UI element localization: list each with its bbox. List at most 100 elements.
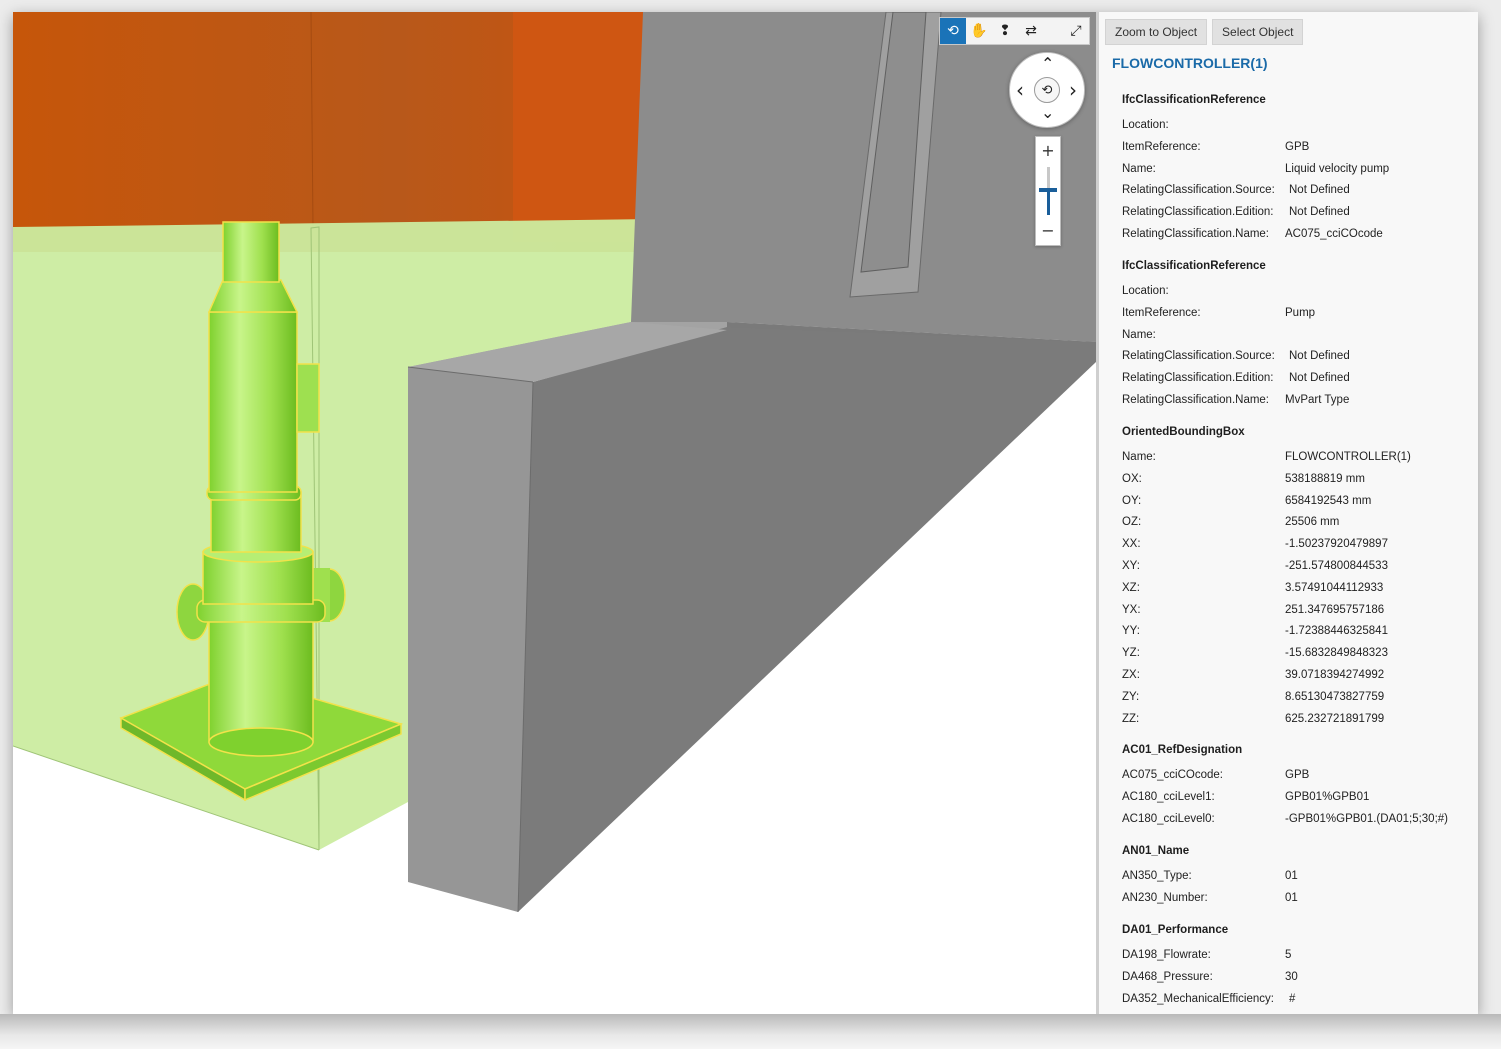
pump-top-pipe: [222, 221, 280, 283]
chevron-right-icon[interactable]: ›: [1069, 80, 1077, 100]
model-scene[interactable]: [13, 12, 1096, 1014]
property-value: 25506 mm: [1285, 516, 1340, 529]
pump-lower-body: [208, 611, 314, 743]
property-row: YY: -1.72388446325841: [1122, 625, 1472, 643]
property-value: AC075_cciCOcode: [1285, 228, 1383, 240]
navigation-wheel[interactable]: ⌃ ⌄ ‹ › ⟲: [1009, 52, 1085, 128]
property-key: ItemReference:: [1122, 306, 1201, 319]
property-value: 6584192543 mm: [1285, 494, 1372, 507]
property-row: AN350_Type: 01: [1122, 870, 1472, 888]
window-shadow: [0, 1014, 1501, 1049]
property-row: RelatingClassification.Source: Not Define…: [1122, 350, 1472, 368]
expand-icon[interactable]: ⤢: [1063, 18, 1089, 44]
property-row: AC075_cciCOcode: GPB: [1122, 769, 1472, 787]
zoom-to-object-button[interactable]: Zoom to Object: [1105, 19, 1208, 45]
chevron-up-icon[interactable]: ⌃: [1041, 56, 1054, 72]
select-object-button[interactable]: Select Object: [1212, 19, 1304, 45]
property-value: -1.50237920479897: [1285, 538, 1388, 551]
swap-arrows-icon[interactable]: ⇄: [1018, 18, 1044, 44]
orbit-center-icon[interactable]: ⟲: [1034, 77, 1060, 103]
footsteps-icon[interactable]: ❢: [992, 18, 1018, 44]
property-row: ItemReference: GPB: [1122, 141, 1472, 159]
zoom-in-button[interactable]: +: [1036, 141, 1060, 160]
property-key: RelatingClassification.Source:: [1122, 350, 1275, 363]
zoom-handle[interactable]: [1039, 188, 1057, 193]
property-key: XZ:: [1122, 581, 1140, 594]
property-row: XZ: 3.57491044112933: [1122, 582, 1472, 600]
property-key: RelatingClassification.Edition:: [1122, 372, 1274, 385]
property-value: Not Defined: [1289, 350, 1350, 363]
property-key: OX:: [1122, 472, 1142, 485]
property-value: GPB: [1285, 140, 1310, 153]
property-value: 625.232721891799: [1285, 712, 1385, 725]
property-group-heading: AN01_Name: [1122, 845, 1190, 857]
property-value: Liquid velocity pump: [1285, 162, 1390, 175]
property-value: -15.6832849848323: [1285, 647, 1388, 660]
hand-icon[interactable]: ✋: [966, 18, 992, 44]
property-key: Location:: [1122, 119, 1169, 131]
property-key: AN230_Number:: [1122, 891, 1208, 904]
property-value: -GPB01%GPB01.(DA01;5;30;#): [1285, 812, 1448, 825]
property-value: Not Defined: [1289, 206, 1350, 219]
panel-actions: Zoom to Object Select Object: [1105, 19, 1304, 45]
property-key: YY:: [1122, 625, 1140, 638]
property-row: XY: -251.574800844533: [1122, 560, 1472, 578]
grey-wall-front: [408, 367, 533, 912]
property-row: XX: -1.50237920479897: [1122, 538, 1472, 556]
property-key: Name:: [1122, 162, 1156, 175]
3d-viewport[interactable]: ⟲ ✋ ❢ ⇄ ⤢ ⌃ ⌄ ‹ › ⟲ + −: [13, 12, 1096, 1014]
property-row: DA352_MechanicalEfficiency: #: [1122, 993, 1472, 1011]
zoom-out-button[interactable]: −: [1036, 221, 1060, 240]
property-key: RelatingClassification.Source:: [1122, 184, 1275, 197]
property-row: Location:: [1122, 119, 1472, 137]
property-value: 251.347695757186: [1285, 603, 1385, 616]
property-row: AN230_Number: 01: [1122, 892, 1472, 910]
property-value: #: [1289, 992, 1296, 1005]
property-row: DA198_Flowrate: 5: [1122, 949, 1472, 967]
property-value: Not Defined: [1289, 184, 1350, 197]
property-row: OZ: 25506 mm: [1122, 516, 1472, 534]
app-window: ⟲ ✋ ❢ ⇄ ⤢ ⌃ ⌄ ‹ › ⟲ + − Zoom to Object S…: [13, 12, 1478, 1014]
property-key: OZ:: [1122, 516, 1142, 529]
property-key: AC180_cciLevel1:: [1122, 790, 1215, 803]
property-row: YZ: -15.6832849848323: [1122, 647, 1472, 665]
chevron-down-icon[interactable]: ⌄: [1041, 105, 1054, 121]
property-row: RelatingClassification.Edition: Not Defin…: [1122, 206, 1472, 224]
property-row: ZY: 8.65130473827759: [1122, 691, 1472, 709]
property-value: -1.72388446325841: [1285, 625, 1388, 638]
property-key: DA352_MechanicalEfficiency:: [1122, 992, 1274, 1005]
property-value: FLOWCONTROLLER(1): [1285, 451, 1411, 463]
property-value: Not Defined: [1289, 372, 1350, 385]
chevron-left-icon[interactable]: ‹: [1016, 80, 1024, 100]
property-key: XX:: [1122, 538, 1141, 551]
property-value: -251.574800844533: [1285, 560, 1388, 572]
property-key: ZY:: [1122, 690, 1140, 703]
pump-upper-body: [210, 491, 302, 553]
property-value: 8.65130473827759: [1285, 690, 1385, 703]
pump-cone: [207, 279, 299, 313]
property-row: Name:: [1122, 329, 1472, 347]
property-key: ZZ:: [1122, 712, 1140, 725]
property-key: YZ:: [1122, 647, 1140, 660]
zoom-slider[interactable]: + −: [1035, 136, 1061, 246]
property-value: 30: [1285, 970, 1298, 983]
property-value: GPB01%GPB01: [1285, 790, 1370, 803]
orbit-icon[interactable]: ⟲: [940, 18, 966, 44]
property-key: Name:: [1122, 328, 1156, 341]
property-key: RelatingClassification.Edition:: [1122, 206, 1274, 219]
property-value: 538188819 mm: [1285, 472, 1365, 485]
property-row: DA468_Pressure: 30: [1122, 971, 1472, 989]
property-value: 5: [1285, 949, 1292, 961]
property-value: MvPart Type: [1285, 394, 1350, 406]
property-row: OX: 538188819 mm: [1122, 473, 1472, 491]
property-row: ItemReference: Pump: [1122, 307, 1472, 325]
pump-column: [208, 311, 298, 493]
property-key: XY:: [1122, 560, 1140, 572]
navigation-toolbar: ⟲ ✋ ❢ ⇄ ⤢: [939, 17, 1090, 45]
property-value: 01: [1285, 891, 1298, 904]
property-key: AC180_cciLevel0:: [1122, 812, 1215, 825]
property-group-heading: IfcClassificationReference: [1122, 94, 1266, 106]
property-row: RelatingClassification.Source: Not Define…: [1122, 184, 1472, 202]
property-group-heading: OrientedBoundingBox: [1122, 426, 1245, 438]
property-row: Location:: [1122, 285, 1472, 303]
